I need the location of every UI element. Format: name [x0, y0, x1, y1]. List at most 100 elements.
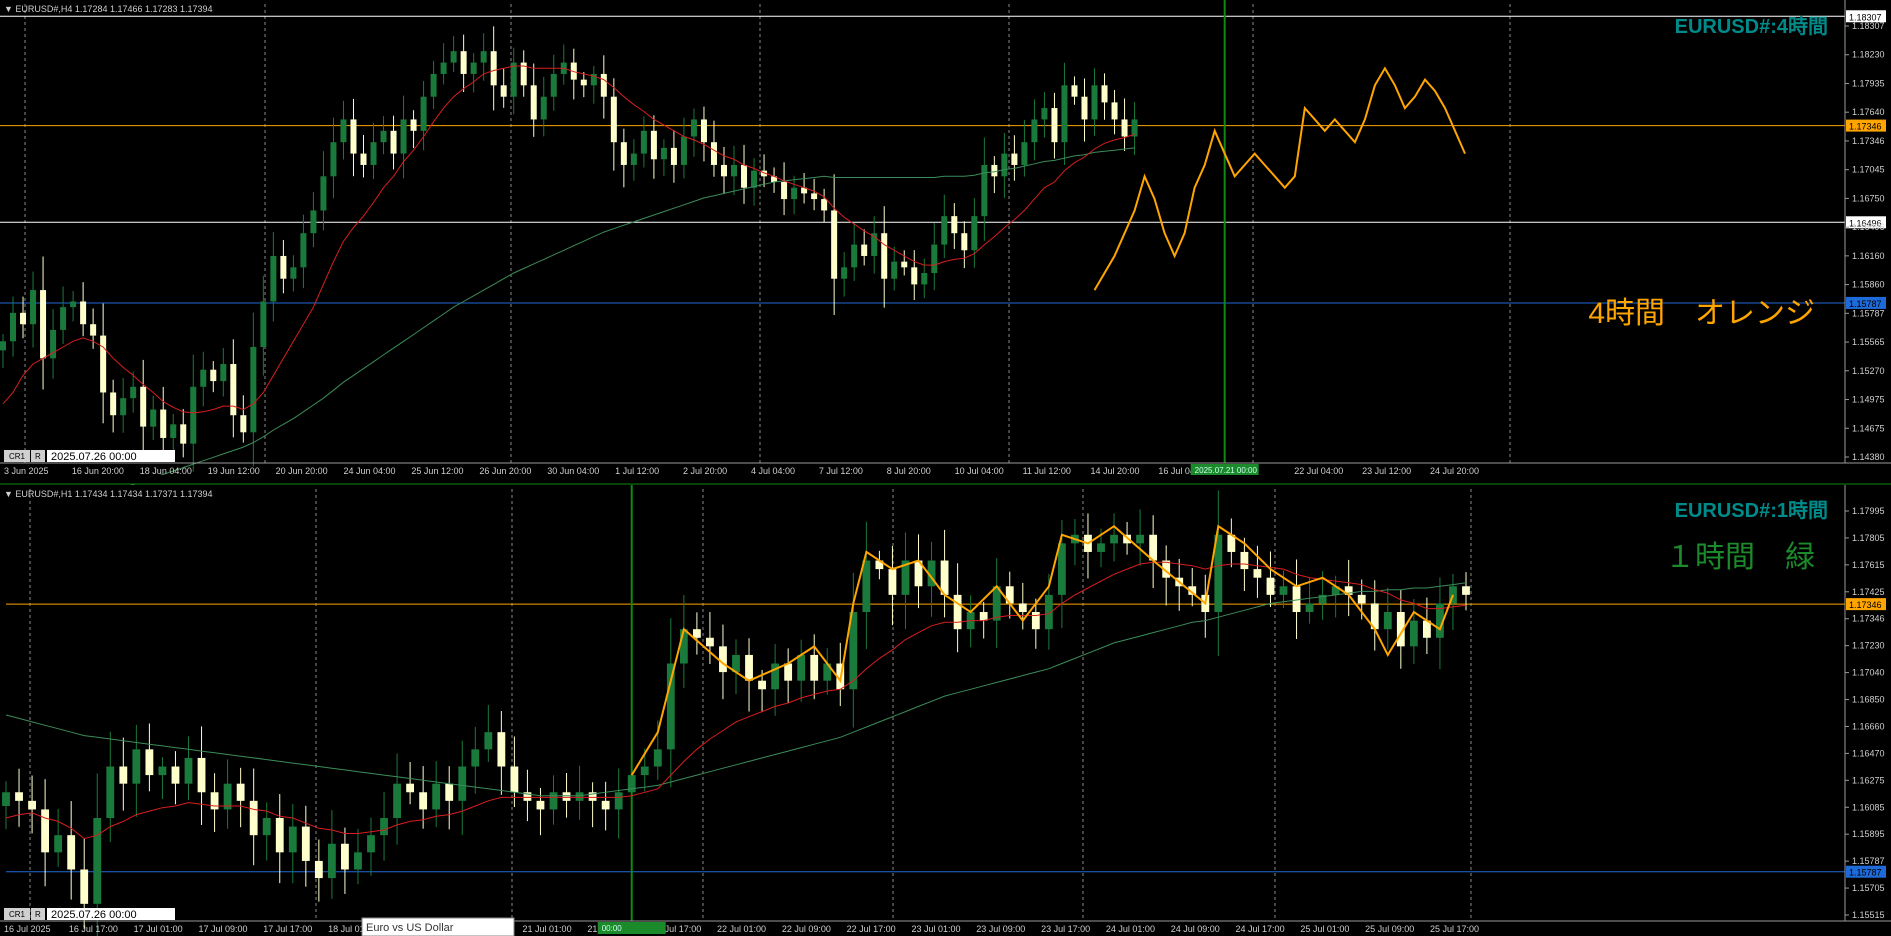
- candle-body: [432, 783, 441, 810]
- candle-body: [670, 147, 677, 165]
- candle-body: [1101, 85, 1108, 103]
- candle-body: [20, 312, 27, 325]
- candle-body: [1240, 551, 1249, 570]
- price-tick-label: 1.16470: [1852, 748, 1885, 758]
- candle-body: [620, 142, 627, 165]
- vertical-marker-date-label: 2025.07.21 00:00: [1195, 466, 1258, 475]
- candle-body: [758, 680, 766, 690]
- candle-body: [80, 869, 89, 904]
- price-tick-label: 1.17995: [1852, 506, 1885, 516]
- candle-body: [666, 663, 675, 750]
- candle-body: [1462, 586, 1470, 595]
- candle-body: [170, 424, 177, 438]
- candle-body: [1357, 594, 1366, 604]
- candle-body: [891, 261, 898, 279]
- price-tick-label: 1.17230: [1852, 641, 1885, 651]
- candle-body: [1018, 603, 1027, 613]
- candle-body: [1253, 569, 1262, 578]
- candle-body: [680, 136, 687, 165]
- candle-body: [1051, 108, 1058, 143]
- candle-body: [106, 766, 115, 819]
- candle-body: [54, 835, 63, 853]
- time-tick-label: 24 Jun 04:00: [344, 466, 396, 476]
- candle-body: [314, 860, 323, 879]
- level-price-label: 1.17346: [1849, 122, 1882, 132]
- vertical-marker-date-label: 00:00: [602, 924, 623, 933]
- candle-body: [1110, 534, 1118, 544]
- candle-body: [751, 170, 758, 188]
- candle-body: [862, 560, 871, 613]
- candle-body: [249, 800, 258, 836]
- time-tick-label: 16 Jul 17:00: [69, 924, 118, 934]
- candle-body: [40, 290, 47, 359]
- candle-body: [600, 73, 607, 97]
- tab-cr1-label: CR1: [9, 910, 26, 919]
- candle-body: [700, 119, 707, 143]
- candle-body: [220, 364, 227, 382]
- time-tick-label: 8 Jul 20:00: [887, 466, 931, 476]
- candle-body: [1091, 85, 1098, 120]
- level-price-label: 1.17346: [1849, 600, 1882, 610]
- candle-body: [262, 818, 271, 836]
- time-tick-label: 20 Jun 20:00: [276, 466, 328, 476]
- candle-body: [460, 51, 467, 74]
- candle-body: [341, 843, 349, 870]
- candle-body: [458, 766, 467, 801]
- candle-body: [200, 369, 207, 387]
- time-tick-label: 17 Jul 09:00: [198, 924, 247, 934]
- candle-body: [380, 818, 388, 836]
- candle-body: [484, 732, 493, 750]
- time-tick-label: 22 Jul 04:00: [1294, 466, 1343, 476]
- time-tick-label: 17 Jul 17:00: [263, 924, 312, 934]
- candle-body: [28, 800, 36, 810]
- candle-body: [240, 415, 247, 433]
- candle-body: [679, 629, 688, 664]
- candle-body: [741, 164, 748, 188]
- candle-body: [419, 792, 428, 810]
- time-tick-label: 1 Jul 12:00: [615, 466, 659, 476]
- candle-body: [831, 210, 838, 279]
- candle-body: [660, 147, 667, 160]
- candle-body: [781, 182, 788, 200]
- candle-body: [350, 119, 357, 154]
- candle-body: [210, 369, 217, 382]
- price-tick-label: 1.15705: [1852, 883, 1885, 893]
- candle-body: [1031, 119, 1038, 143]
- candle-body: [861, 244, 868, 256]
- time-tick-label: 25 Jul 01:00: [1300, 924, 1349, 934]
- candle-body: [145, 749, 154, 776]
- time-tick-label: 19 Jun 12:00: [208, 466, 260, 476]
- candle-body: [230, 364, 237, 416]
- candle-body: [250, 346, 257, 433]
- candle-body: [851, 244, 858, 268]
- price-tick-label: 1.16850: [1852, 695, 1885, 705]
- timeframe-annotation: １時間 緑: [1665, 541, 1815, 574]
- time-tick-label: 22 Jul 17:00: [847, 924, 896, 934]
- price-tick-label: 1.14380: [1852, 452, 1885, 462]
- time-tick-label: 21 Jul 01:00: [523, 924, 572, 934]
- candle-body: [236, 783, 245, 801]
- candle-body: [710, 142, 717, 165]
- candle-body: [440, 62, 447, 74]
- candle-body: [614, 792, 623, 810]
- price-tick-label: 1.16750: [1852, 193, 1885, 203]
- candle-body: [1305, 603, 1314, 613]
- price-tick-label: 1.15787: [1852, 308, 1885, 318]
- candle-body: [575, 792, 584, 801]
- time-tick-label: 24 Jul 20:00: [1430, 466, 1479, 476]
- candle-body: [745, 654, 753, 681]
- time-tick-label: 23 Jul 09:00: [976, 924, 1025, 934]
- price-tick-label: 1.17346: [1852, 136, 1885, 146]
- price-tick-label: 1.17346: [1852, 614, 1885, 624]
- candle-body: [627, 775, 636, 793]
- price-tick-label: 1.18307: [1852, 21, 1885, 31]
- candle-body: [821, 199, 828, 211]
- pane-background: [0, 485, 1891, 921]
- candle-body: [500, 85, 507, 97]
- time-tick-label: 26 Jun 20:00: [479, 466, 531, 476]
- price-tick-label: 1.15270: [1852, 366, 1885, 376]
- candle-body: [290, 267, 297, 279]
- candle-body: [140, 386, 147, 427]
- candle-body: [841, 267, 848, 279]
- candle-body: [881, 233, 888, 279]
